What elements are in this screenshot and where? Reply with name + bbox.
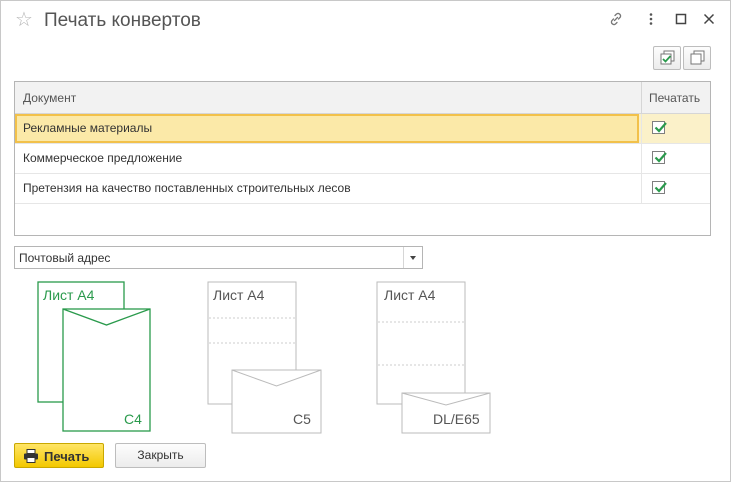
print-checkbox[interactable] [652,151,667,164]
check-all-button[interactable] [653,46,681,70]
print-checkbox[interactable] [652,181,667,194]
format-sheet-label: Лист А4 [213,287,265,303]
favorite-star-icon[interactable]: ☆ [15,10,33,30]
table-row[interactable]: Претензия на качество поставленных строи… [15,174,710,204]
window-title: Печать конвертов [44,10,201,31]
format-option-c5[interactable]: Лист А4 C5 [207,281,323,434]
printer-icon [23,449,39,466]
format-envelope-label: C5 [293,411,311,427]
check-all-icon [660,50,675,65]
table-header: Документ Печатать [15,82,710,114]
documents-table: Документ Печатать Рекламные материалы Ко… [14,81,711,236]
uncheck-all-icon [690,50,705,65]
close-button[interactable]: Закрыть [115,443,206,468]
format-option-c4[interactable]: Лист А4 C4 [37,281,157,434]
link-icon[interactable] [607,11,625,29]
maximize-icon[interactable] [672,11,690,29]
dropdown-arrow-icon[interactable] [403,247,422,268]
document-cell[interactable]: Рекламные материалы [15,114,639,143]
close-icon[interactable] [700,11,718,29]
format-option-dl[interactable]: Лист А4 DL/E65 [376,281,494,434]
format-envelope-label: DL/E65 [433,411,480,427]
document-cell[interactable]: Коммерческое предложение [15,144,639,173]
checkmark-icon [654,152,667,163]
document-cell[interactable]: Претензия на качество поставленных строи… [15,174,639,203]
table-row[interactable]: Коммерческое предложение [15,144,710,174]
column-header-print[interactable]: Печатать [649,91,700,105]
column-header-document[interactable]: Документ [23,91,76,105]
print-checkbox[interactable] [652,121,667,134]
envelope-print-window: ☆ Печать конвертов Документ Печатать Рек… [0,0,731,482]
more-menu-icon[interactable] [642,11,660,29]
checkmark-icon [654,122,667,133]
format-sheet-label: Лист А4 [384,287,436,303]
uncheck-all-button[interactable] [683,46,711,70]
title-bar: ☆ Печать конвертов [1,1,730,41]
print-button-label: Печать [44,449,90,464]
format-envelope-label: C4 [124,411,142,427]
print-button[interactable]: Печать [14,443,104,468]
format-sheet-label: Лист А4 [43,287,95,303]
address-type-value: Почтовый адрес [19,251,111,265]
checkmark-icon [654,182,667,193]
table-row[interactable]: Рекламные материалы [15,114,710,144]
address-type-select[interactable]: Почтовый адрес [14,246,423,269]
